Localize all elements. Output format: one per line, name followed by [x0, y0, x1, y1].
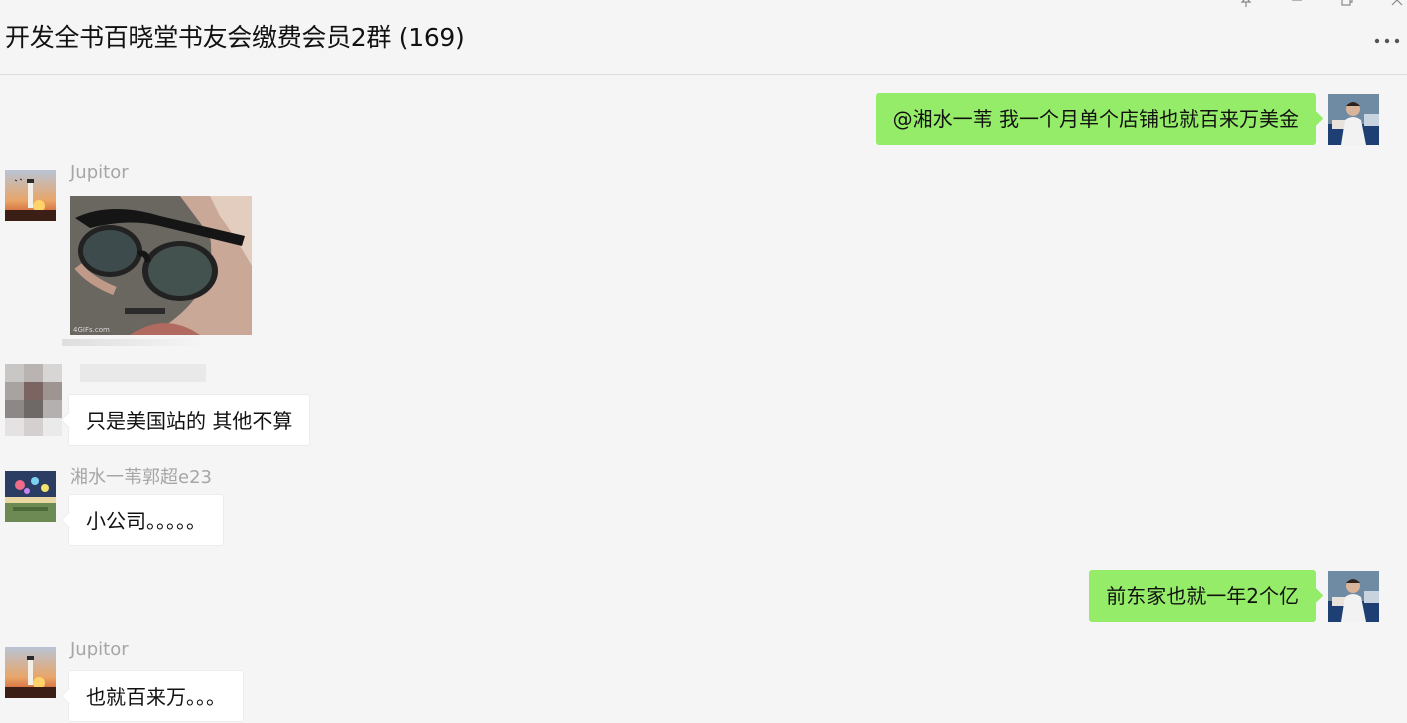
- message-bubble-incoming[interactable]: 也就百来万。。。: [68, 670, 244, 722]
- restore-icon[interactable]: [1336, 0, 1358, 10]
- jupitor-avatar[interactable]: [5, 170, 56, 221]
- blurred-content: [62, 339, 204, 346]
- sender-name: Jupitor: [70, 162, 129, 183]
- message-bubble-outgoing[interactable]: @湘水一苇 我一个月单个店铺也就百来万美金: [875, 93, 1316, 145]
- more-icon[interactable]: [1373, 34, 1403, 54]
- message-bubble-outgoing[interactable]: 前东家也就一年2个亿: [1089, 570, 1316, 622]
- my-avatar[interactable]: [1328, 571, 1379, 622]
- gif-image-sunglasses[interactable]: 4GIFs.com: [70, 196, 252, 335]
- minimize-icon[interactable]: [1286, 0, 1308, 10]
- blurred-avatar[interactable]: [5, 364, 62, 436]
- jupitor-avatar[interactable]: [5, 647, 56, 698]
- blurred-sender-name: [80, 364, 206, 382]
- xiangshui-avatar[interactable]: [5, 471, 56, 522]
- chat-title: 开发全书百晓堂书友会缴费会员2群 (169): [5, 23, 465, 52]
- gif-caption: 4GIFs.com: [73, 326, 110, 334]
- pin-icon[interactable]: [1235, 0, 1257, 10]
- sender-name: 湘水一苇郭超e23: [70, 467, 212, 488]
- sender-name: Jupitor: [70, 639, 129, 660]
- close-icon[interactable]: [1386, 0, 1407, 10]
- message-bubble-incoming[interactable]: 只是美国站的 其他不算: [68, 394, 311, 446]
- my-avatar[interactable]: [1328, 94, 1379, 145]
- chat-header: 开发全书百晓堂书友会缴费会员2群 (169): [0, 0, 1407, 75]
- message-bubble-incoming[interactable]: 小公司。。。。。: [68, 494, 224, 546]
